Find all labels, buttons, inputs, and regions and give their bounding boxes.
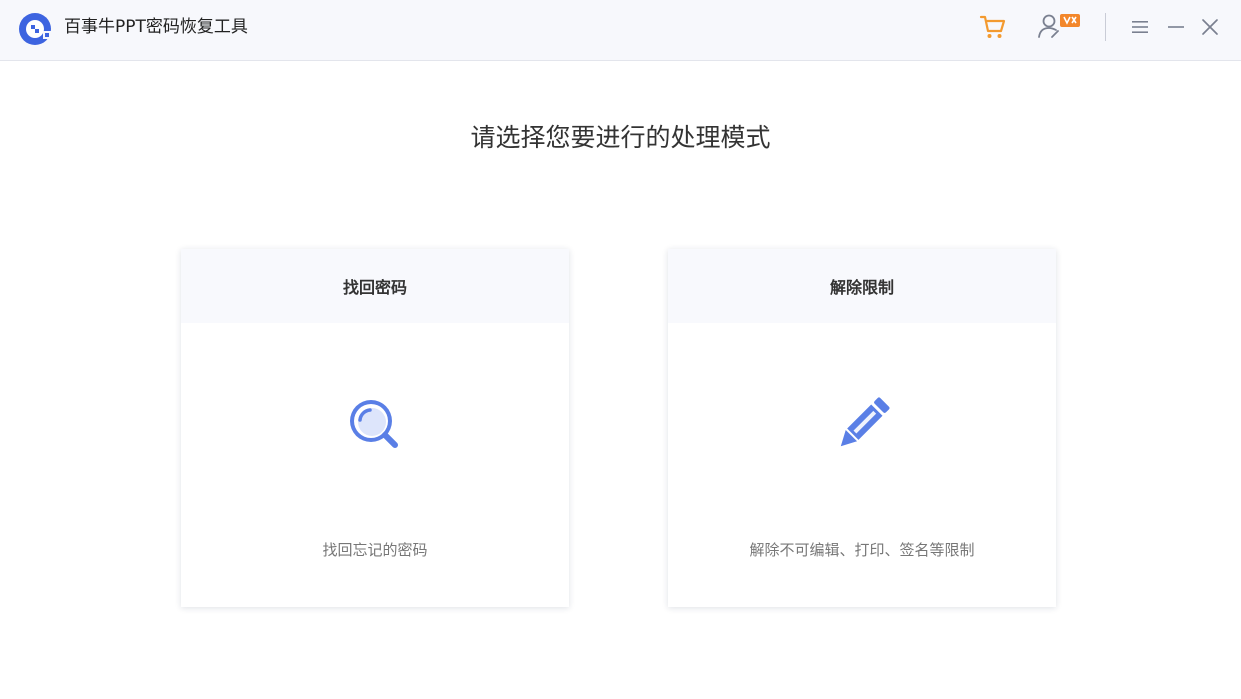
user-account-icon — [1038, 14, 1080, 38]
hamburger-menu-icon — [1132, 21, 1148, 33]
magnifier-icon — [350, 400, 398, 448]
app-title: 百事牛PPT密码恢复工具 — [64, 17, 248, 37]
magnifier-icon-wrap — [181, 393, 569, 457]
mode-card-remove-restrictions[interactable]: 解除限制 解除不可编辑、打印、签名等限制 — [668, 249, 1056, 607]
titlebar-separator — [1105, 13, 1106, 41]
close-icon — [1202, 19, 1218, 35]
close-button[interactable] — [1197, 14, 1223, 40]
mode-card-description: 解除不可编辑、打印、签名等限制 — [749, 541, 975, 559]
user-account-button[interactable] — [1034, 9, 1082, 45]
page-heading: 请选择您要进行的处理模式 — [470, 123, 771, 152]
pencil-icon — [840, 397, 890, 447]
mode-card-description: 找回忘记的密码 — [322, 541, 428, 559]
title-bar: 百事牛PPT密码恢复工具 — [0, 0, 1241, 61]
app-logo-icon — [19, 13, 53, 45]
mode-card-recover-password[interactable]: 找回密码 找回忘记的密码 — [181, 249, 569, 607]
pencil-icon-wrap — [668, 393, 1056, 457]
menu-button[interactable] — [1127, 14, 1153, 40]
mode-card-title: 找回密码 — [181, 249, 569, 323]
minimize-button[interactable] — [1163, 14, 1189, 40]
shopping-cart-icon — [979, 15, 1006, 38]
mode-card-title: 解除限制 — [668, 249, 1056, 323]
minimize-icon — [1168, 26, 1184, 28]
cart-button[interactable] — [976, 10, 1010, 44]
